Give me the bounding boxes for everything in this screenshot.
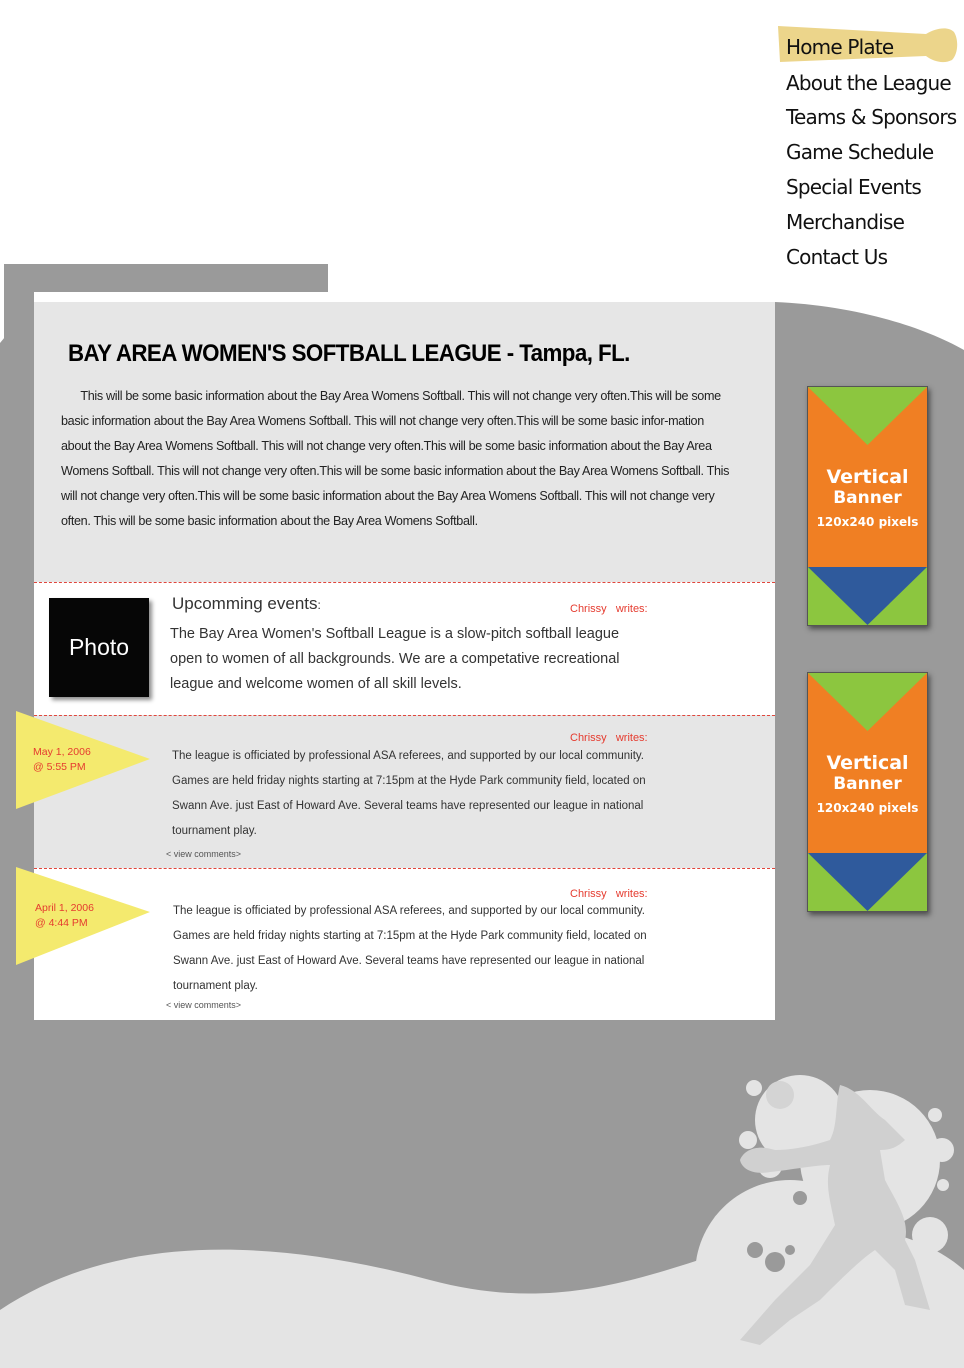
nav-merchandise[interactable]: Merchandise bbox=[786, 210, 905, 234]
banner-line1: Vertical bbox=[826, 752, 908, 774]
events-body: The Bay Area Women's Softball League is … bbox=[170, 626, 620, 692]
photo-label: Photo bbox=[68, 634, 130, 660]
view-comments-link[interactable]: < view comments> bbox=[166, 849, 241, 859]
banner-size: 120x240 pixels bbox=[817, 515, 919, 529]
nav-special-events[interactable]: Special Events bbox=[786, 175, 922, 199]
intro-text: This will be some basic information abou… bbox=[61, 388, 730, 528]
events-heading-text: Upcomming events bbox=[172, 594, 318, 613]
nav-home-plate[interactable]: Home Plate bbox=[786, 35, 894, 59]
author-line: Chrissy writes: bbox=[570, 603, 648, 615]
banner-line1: Vertical bbox=[826, 466, 908, 488]
nav-teams-sponsors[interactable]: Teams & Sponsors bbox=[786, 105, 957, 129]
vertical-banner-ad[interactable]: Vertical Banner 120x240 pixels bbox=[807, 386, 928, 626]
nav-contact-us[interactable]: Contact Us bbox=[786, 245, 888, 269]
view-comments-link[interactable]: < view comments> bbox=[166, 1000, 241, 1010]
author-line: Chrissy writes: bbox=[570, 732, 648, 744]
post-time: @ 4:44 PM bbox=[35, 917, 88, 929]
nav-game-schedule[interactable]: Game Schedule bbox=[786, 140, 934, 164]
banner-line2: Banner bbox=[833, 488, 902, 508]
post-body: The league is officiated by professional… bbox=[173, 905, 647, 992]
vertical-banner-ad[interactable]: Vertical Banner 120x240 pixels bbox=[807, 672, 928, 912]
post-body: The league is officiated by professional… bbox=[172, 750, 646, 837]
banner-line2: Banner bbox=[833, 774, 902, 794]
post-date: May 1, 2006 bbox=[33, 746, 91, 758]
events-heading: Upcomming events: bbox=[172, 594, 321, 614]
banner-size: 120x240 pixels bbox=[817, 801, 919, 815]
post-time: @ 5:55 PM bbox=[33, 761, 86, 773]
page-title: BAY AREA WOMEN'S SOFTBALL LEAGUE - Tampa… bbox=[68, 340, 630, 367]
photo-placeholder: Photo bbox=[49, 598, 149, 697]
nav-about-the-league[interactable]: About the League bbox=[786, 71, 952, 95]
events-heading-colon: : bbox=[317, 598, 321, 612]
post-date: April 1, 2006 bbox=[35, 902, 94, 914]
divider bbox=[34, 582, 775, 583]
